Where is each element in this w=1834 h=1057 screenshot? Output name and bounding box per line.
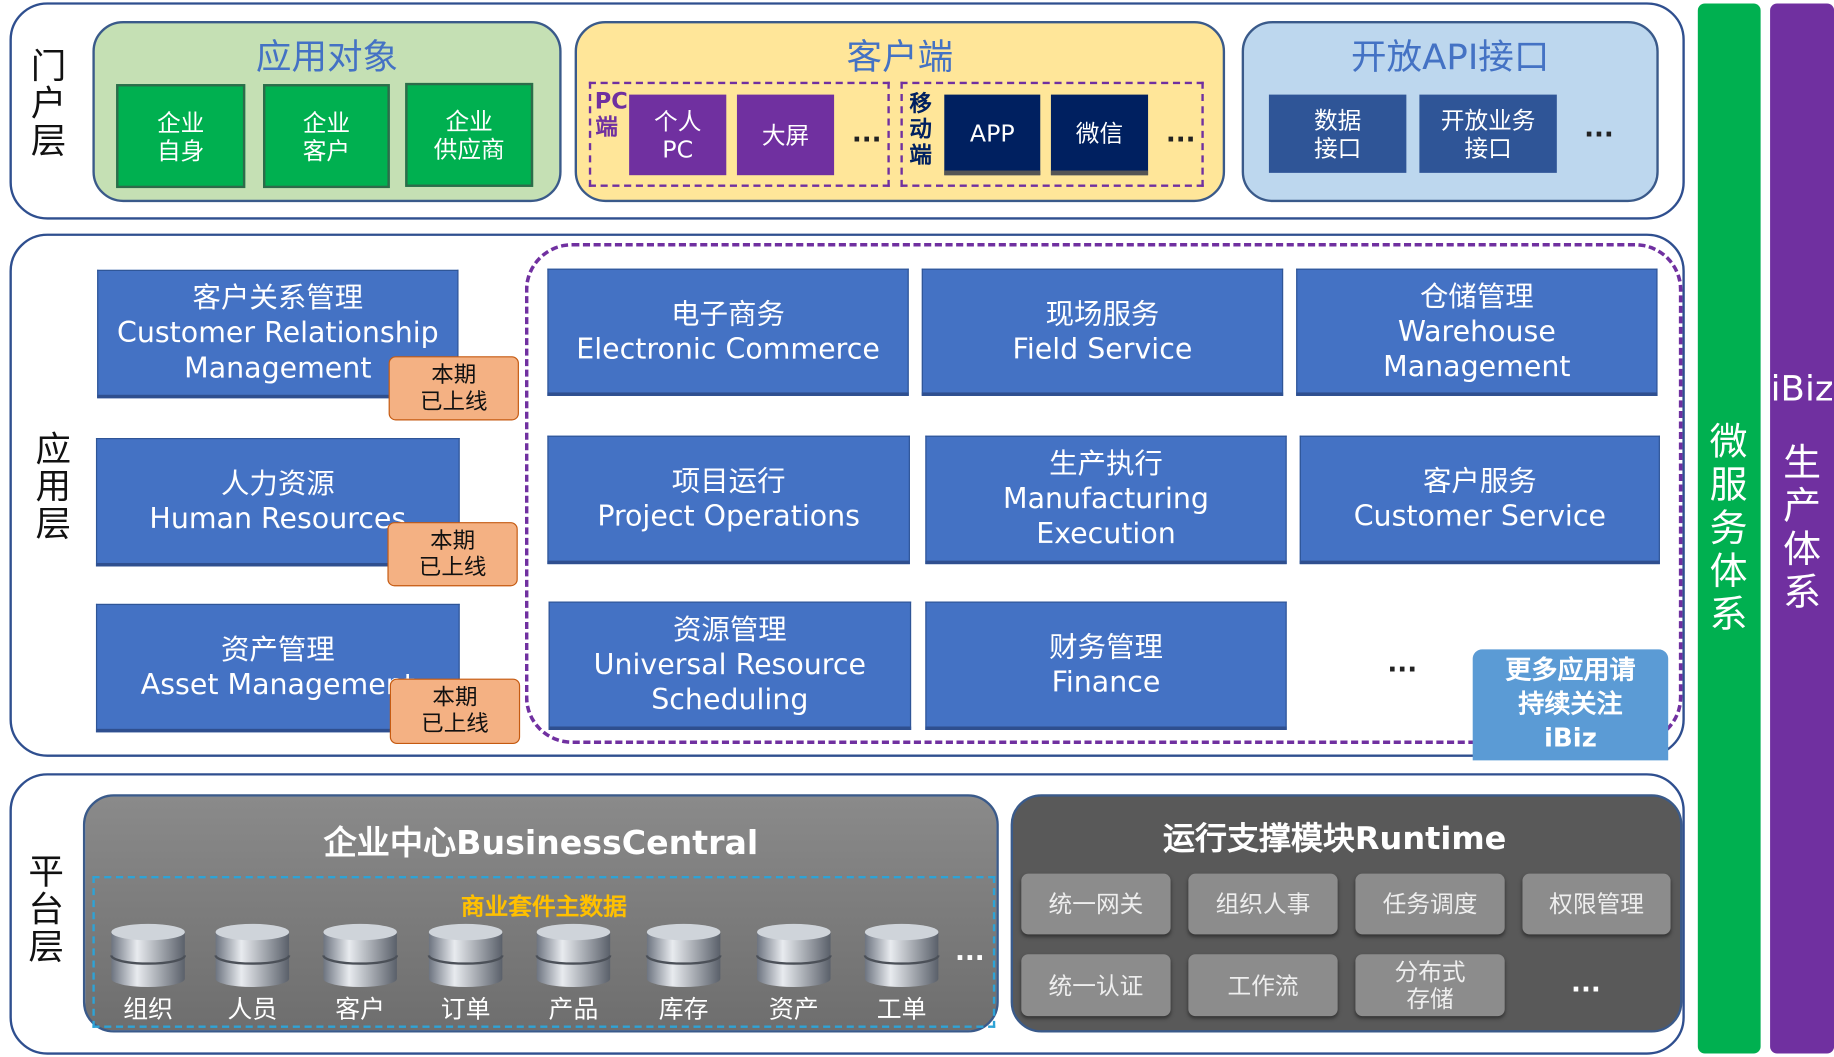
master-data-label: 人员: [227, 995, 278, 1024]
hr-launched-badge: 本期 已上线: [387, 522, 518, 587]
master-data-label: 组织: [123, 995, 173, 1024]
master-data-label: 客户: [335, 995, 386, 1024]
database-icon: [645, 923, 723, 988]
platform-layer-label: 平台层: [28, 852, 64, 969]
app-objects-title: 应用对象: [255, 37, 399, 79]
master-data-label: 工单: [876, 995, 927, 1024]
production-label: 生产体系: [1783, 440, 1822, 615]
pc-more: ...: [851, 119, 882, 149]
microservice-label: 微服务体系: [1709, 419, 1748, 637]
master-data-more: ...: [954, 937, 985, 968]
app-manufacturing[interactable]: 生产执行 Manufacturing Execution: [925, 435, 1287, 565]
api-more: ...: [1584, 114, 1614, 144]
pc-client-label: PC端: [594, 88, 628, 141]
application-layer-label: 应用层: [35, 429, 72, 546]
database-icon: [321, 923, 399, 988]
runtime-auth[interactable]: 统一认证: [1021, 954, 1171, 1017]
business-central-title: 企业中心BusinessCentral: [323, 823, 759, 862]
runtime-distributed-storage[interactable]: 分布式 存储: [1355, 954, 1505, 1017]
master-data-label: 订单: [440, 995, 491, 1024]
client-big-screen[interactable]: 大屏: [736, 94, 835, 176]
runtime-gateway[interactable]: 统一网关: [1021, 873, 1171, 935]
master-data-label: 库存: [658, 995, 709, 1024]
runtime-more: ...: [1571, 969, 1601, 999]
master-data-title: 商业套件主数据: [460, 892, 627, 921]
runtime-scheduler[interactable]: 任务调度: [1355, 873, 1505, 935]
runtime-org-hr[interactable]: 组织人事: [1188, 873, 1338, 935]
runtime-workflow[interactable]: 工作流: [1188, 954, 1338, 1017]
api-data[interactable]: 数据 接口: [1268, 94, 1407, 173]
database-icon: [213, 923, 291, 988]
database-icon: [534, 923, 612, 988]
app-customer-service[interactable]: 客户服务 Customer Service: [1299, 435, 1660, 565]
ibiz-label: iBiz: [1770, 369, 1834, 410]
api-title: 开放API接口: [1350, 37, 1550, 79]
client-app[interactable]: APP: [944, 94, 1041, 176]
app-warehouse[interactable]: 仓储管理 Warehouse Management: [1296, 268, 1658, 396]
app-project-operations[interactable]: 项目运行 Project Operations: [547, 435, 910, 565]
runtime-title: 运行支撑模块Runtime: [1162, 821, 1507, 858]
client-title: 客户端: [846, 37, 954, 79]
master-data-label: 资产: [768, 995, 819, 1024]
app-object-supplier[interactable]: 企业 供应商: [405, 82, 534, 187]
more-apps-callout: 更多应用请 持续关注 iBiz: [1472, 649, 1669, 761]
app-finance[interactable]: 财务管理 Finance: [925, 601, 1287, 730]
app-object-customer[interactable]: 企业 客户: [263, 84, 390, 189]
mobile-client-label: 移动端: [909, 91, 932, 169]
database-icon: [755, 923, 833, 988]
client-wechat[interactable]: 微信: [1050, 94, 1149, 176]
database-icon: [863, 923, 941, 988]
app-ecommerce[interactable]: 电子商务 Electronic Commerce: [547, 268, 909, 396]
asset-launched-badge: 本期 已上线: [389, 678, 521, 745]
app-resource-scheduling[interactable]: 资源管理 Universal Resource Scheduling: [548, 601, 912, 730]
runtime-permissions[interactable]: 权限管理: [1522, 873, 1671, 935]
portal-layer-label: 门户层: [30, 46, 67, 163]
database-icon: [427, 923, 505, 988]
app-object-self[interactable]: 企业 自身: [116, 84, 246, 189]
database-icon: [109, 923, 187, 988]
crm-launched-badge: 本期 已上线: [388, 356, 519, 421]
master-data-label: 产品: [548, 995, 599, 1024]
apps-more: ...: [1387, 649, 1418, 679]
client-personal-pc[interactable]: 个人 PC: [629, 94, 727, 176]
mobile-more: ...: [1165, 119, 1196, 149]
app-field-service[interactable]: 现场服务 Field Service: [921, 268, 1284, 396]
api-business[interactable]: 开放业务 接口: [1419, 94, 1557, 173]
